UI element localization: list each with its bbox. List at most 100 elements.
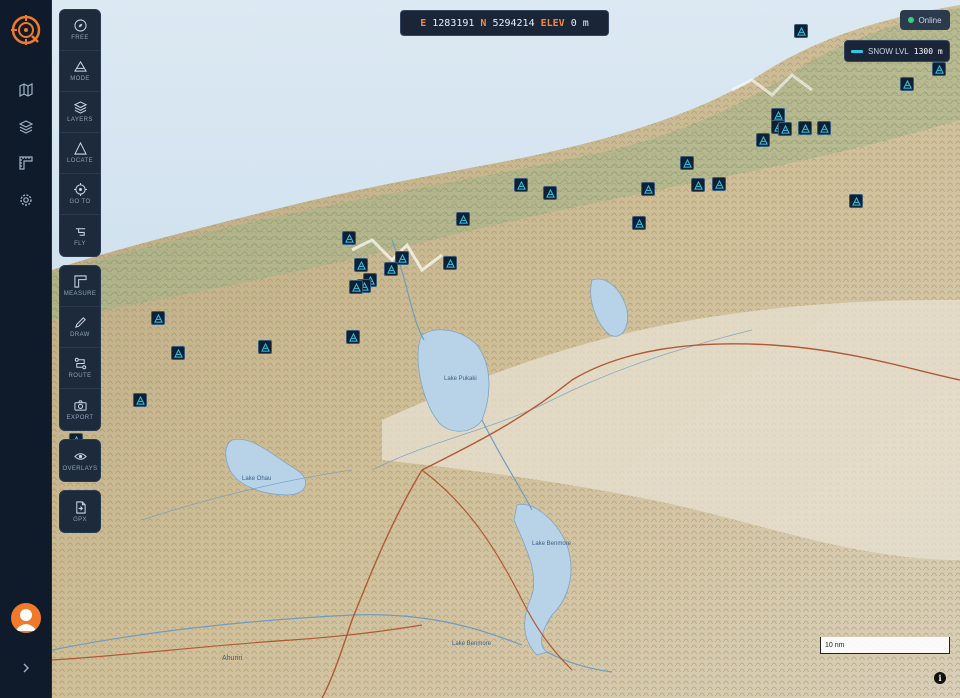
info-icon[interactable]: i — [934, 672, 946, 684]
goto-button[interactable]: GO TO — [60, 174, 100, 215]
left-rail — [0, 0, 52, 698]
lake-label: Lake Pukaki — [444, 376, 477, 382]
scale-bar: 10 nm — [820, 637, 950, 654]
mountain-icon — [819, 123, 829, 133]
peak-marker[interactable] — [756, 133, 770, 147]
peak-marker[interactable] — [900, 77, 914, 91]
mountain-icon — [796, 26, 806, 36]
target-icon — [73, 183, 87, 196]
measure-button[interactable]: MEASURE — [60, 266, 100, 307]
status-label: Online — [918, 15, 942, 25]
layers-icon[interactable] — [15, 116, 37, 138]
ruler-icon[interactable] — [15, 152, 37, 174]
fly-button[interactable]: FLY — [60, 215, 100, 256]
mountain-icon — [386, 264, 396, 274]
peak-marker[interactable] — [778, 122, 792, 136]
elevation-value: 0 m — [570, 17, 589, 29]
mountain-icon — [397, 253, 407, 263]
easting-label: E — [420, 17, 427, 29]
tool-group-overlays: OVERLAYS — [59, 439, 101, 482]
peak-marker[interactable] — [712, 177, 726, 191]
topo-map[interactable]: Lake Pukaki Lake Ohau Lake Benmore Lake … — [52, 0, 960, 698]
mountain-icon — [445, 258, 455, 268]
peak-marker[interactable] — [798, 121, 812, 135]
scale-label: 10 nm — [825, 642, 845, 649]
mountain-icon — [902, 79, 912, 89]
mountain-icon — [773, 110, 783, 120]
app-root: Lake Pukaki Lake Ohau Lake Benmore Lake … — [0, 0, 960, 698]
expand-chevron-icon[interactable] — [18, 660, 34, 676]
app-logo-icon[interactable] — [10, 14, 42, 46]
tool-panel: FREE MODE LAYERS LOCATE GO TO FLY MEASUR… — [59, 9, 101, 541]
peak-marker[interactable] — [443, 256, 457, 270]
peak-marker[interactable] — [932, 62, 946, 76]
peak-marker[interactable] — [632, 216, 646, 230]
free-button[interactable]: FREE — [60, 10, 100, 51]
tool-label: GO TO — [69, 199, 91, 205]
tool-label: MEASURE — [63, 291, 97, 297]
northing-label: N — [480, 17, 487, 29]
mountain-icon — [73, 60, 87, 72]
peak-marker[interactable] — [849, 194, 863, 208]
tool-label: GPX — [73, 516, 87, 523]
route-icon — [74, 357, 86, 370]
peak-marker[interactable] — [133, 393, 147, 407]
lake-label: Lake Benmore — [532, 541, 572, 547]
locate-button[interactable]: LOCATE — [60, 133, 100, 174]
settings-gear-icon[interactable] — [15, 189, 37, 211]
mountain-icon — [851, 196, 861, 206]
peak-marker[interactable] — [346, 330, 360, 344]
tool-label: LOCATE — [67, 158, 93, 164]
mountain-icon — [173, 348, 183, 358]
route-button[interactable]: ROUTE — [60, 348, 100, 389]
northing-value: 5294214 — [492, 17, 535, 29]
peak-marker[interactable] — [514, 178, 528, 192]
export-button[interactable]: EXPORT — [60, 389, 100, 430]
layers-button[interactable]: LAYERS — [60, 92, 100, 133]
peak-marker[interactable] — [151, 311, 165, 325]
peak-marker[interactable] — [258, 340, 272, 354]
lake-label: Lake Benmore — [452, 641, 492, 647]
tool-group-gpx: GPX — [59, 490, 101, 533]
mountain-icon — [682, 158, 692, 168]
mountain-icon — [344, 233, 354, 243]
mountain-icon — [516, 180, 526, 190]
mountain-icon — [634, 218, 644, 228]
tool-label: ROUTE — [68, 373, 92, 379]
peak-marker[interactable] — [691, 178, 705, 192]
mountain-icon — [758, 135, 768, 145]
tool-label: FLY — [74, 240, 86, 247]
peak-marker[interactable] — [171, 346, 185, 360]
peak-marker[interactable] — [543, 186, 557, 200]
tool-label: DRAW — [70, 332, 90, 338]
user-avatar[interactable] — [11, 603, 41, 633]
peak-marker[interactable] — [384, 262, 398, 276]
overlays-button[interactable]: OVERLAYS — [60, 440, 100, 481]
file-import-icon — [75, 500, 86, 514]
status-dot-icon — [908, 17, 915, 23]
peak-marker[interactable] — [641, 182, 655, 196]
mode-button[interactable]: MODE — [60, 51, 100, 92]
tool-label: EXPORT — [66, 414, 94, 421]
map-icon[interactable] — [15, 79, 37, 101]
peak-marker[interactable] — [817, 121, 831, 135]
mountain-icon — [356, 260, 366, 270]
mountain-icon — [643, 184, 653, 194]
easting-value: 1283191 — [432, 17, 475, 29]
peak-marker[interactable] — [342, 231, 356, 245]
mountain-icon — [351, 282, 361, 292]
ruler-icon — [73, 275, 87, 288]
tool-group-navigation: FREE MODE LAYERS LOCATE GO TO FLY — [59, 9, 101, 257]
mountain-icon — [780, 124, 790, 134]
peak-marker[interactable] — [794, 24, 808, 38]
peak-marker[interactable] — [680, 156, 694, 170]
peak-marker[interactable] — [349, 280, 363, 294]
elevation-label: ELEV — [540, 17, 565, 29]
peak-marker[interactable] — [354, 258, 368, 272]
gpx-button[interactable]: GPX — [60, 491, 100, 532]
snow-level-control[interactable]: SNOW LVL 1300 m — [844, 40, 950, 62]
mountain-icon — [260, 342, 270, 352]
peak-marker[interactable] — [456, 212, 470, 226]
mountain-icon — [135, 395, 145, 405]
draw-button[interactable]: DRAW — [60, 307, 100, 348]
